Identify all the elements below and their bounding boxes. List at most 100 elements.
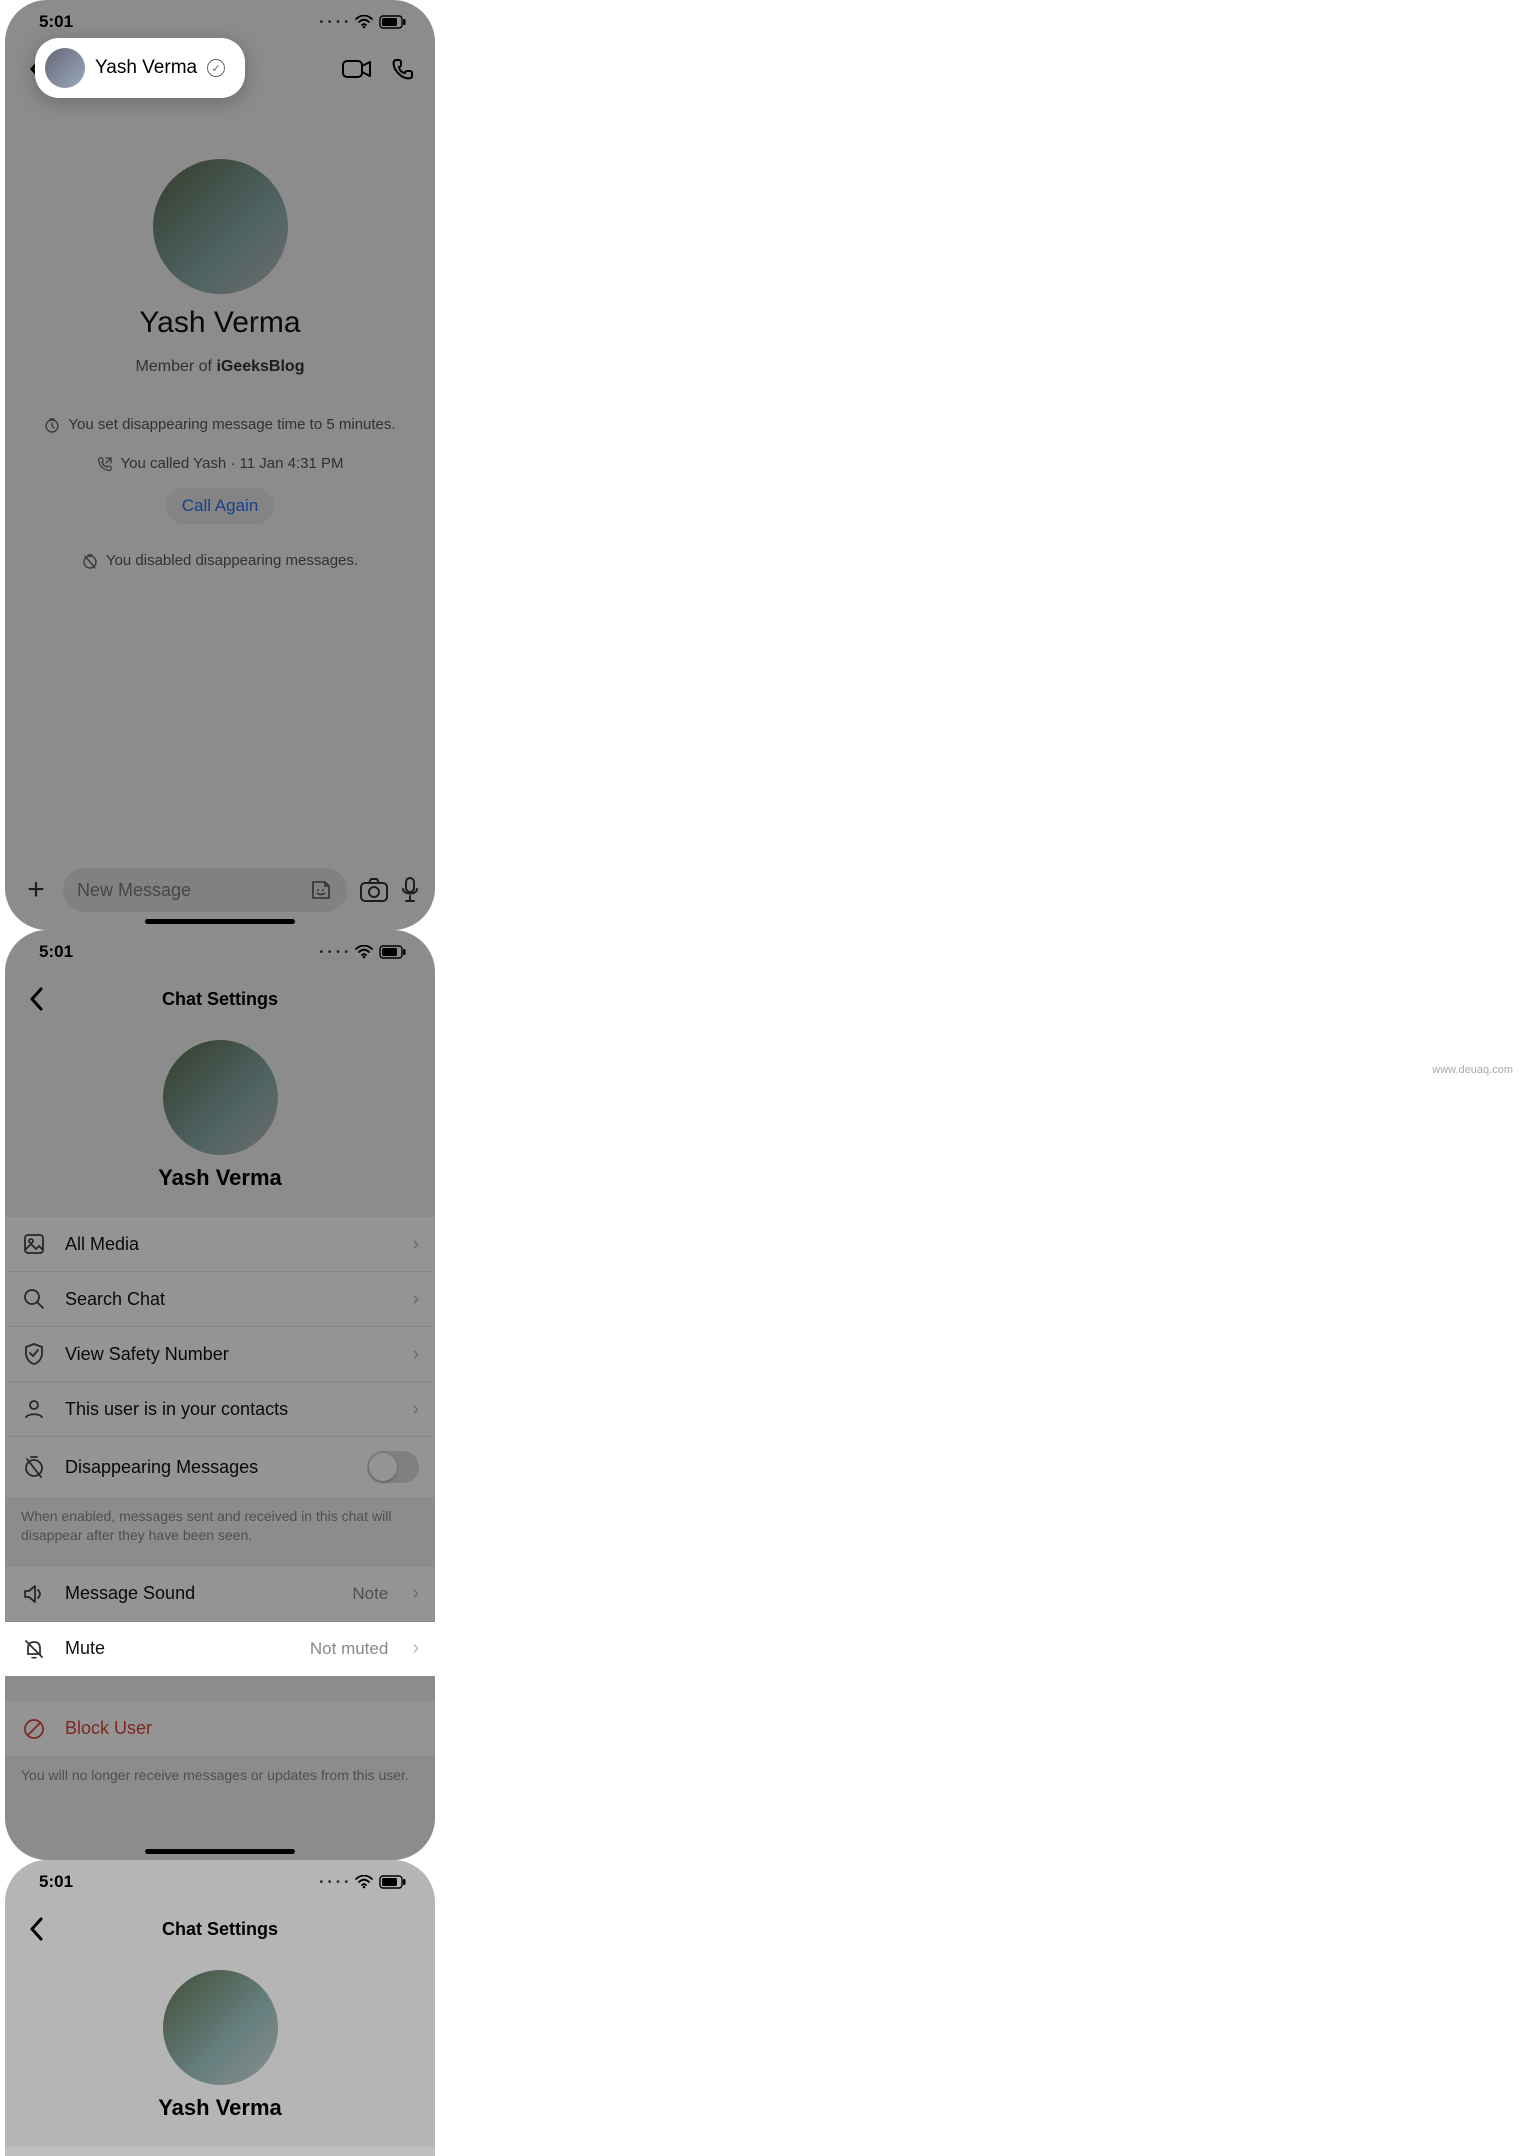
cell-label: View Safety Number (65, 1344, 394, 1365)
page-title: Chat Settings (5, 1919, 435, 1940)
chevron-right-icon: › (412, 1582, 419, 1605)
watermark: www.deuaq.com (1432, 1064, 1513, 1076)
status-time: 5:01 (39, 1872, 73, 1892)
cell-mute[interactable]: Mute Not muted › (5, 1622, 435, 1676)
cell-label: Block User (65, 1718, 419, 1739)
avatar-large[interactable] (163, 1040, 278, 1155)
cell-block-user[interactable]: Block User (5, 1702, 435, 1756)
cell-label: This user is in your contacts (65, 1399, 394, 1420)
home-indicator (145, 919, 295, 924)
avatar-large (153, 159, 288, 294)
message-composer: + New Message (5, 868, 435, 912)
cellular-dots-icon: • • • • (320, 17, 349, 28)
system-msg-disappearing-off: You disabled disappearing messages. (23, 552, 417, 569)
video-call-button[interactable] (339, 51, 375, 87)
message-input[interactable]: New Message (63, 868, 347, 912)
settings-group-2: Message Sound Note › Mute Not muted › (5, 1567, 435, 1676)
wifi-icon (355, 945, 373, 959)
media-icon (21, 1231, 47, 1257)
status-time: 5:01 (39, 942, 73, 962)
contact-name: Yash Verma (95, 57, 197, 79)
cell-search-chat[interactable]: Search Chat › (5, 1272, 435, 1327)
cell-all-media[interactable]: All Media › (5, 2147, 435, 2156)
settings-group-1: All Media › Search Chat › View Safety Nu… (5, 2147, 435, 2156)
shield-icon (21, 1341, 47, 1367)
contact-name: Yash Verma (5, 1165, 435, 1191)
cell-label: Mute (65, 1638, 292, 1659)
page-title: Chat Settings (5, 989, 435, 1010)
system-msg-text: You disabled disappearing messages. (106, 552, 358, 569)
status-time: 5:01 (39, 12, 73, 32)
block-icon (21, 1716, 47, 1742)
chat-intro: Yash Verma Member of iGeeksBlog You set … (5, 94, 435, 591)
home-indicator (145, 1849, 295, 1854)
status-right: • • • • (320, 945, 407, 959)
system-msg-called: You called Yash · 11 Jan 4:31 PM (23, 455, 417, 472)
member-of-prefix: Member of (136, 358, 217, 375)
status-right: • • • • (320, 1875, 407, 1889)
settings-nav-bar: Chat Settings (5, 974, 435, 1024)
settings-profile: Yash Verma (5, 1024, 435, 1191)
settings-nav-bar: Chat Settings (5, 1904, 435, 1954)
cell-in-contacts[interactable]: This user is in your contacts › (5, 1382, 435, 1437)
contact-name: Yash Verma (5, 2095, 435, 2121)
chevron-right-icon: › (412, 1637, 419, 1660)
mic-button[interactable] (401, 876, 419, 904)
screenshot-1-chat: 5:01 • • • • Yash Verma ✓ Yash Verma (5, 0, 435, 930)
cell-view-safety[interactable]: View Safety Number › (5, 1327, 435, 1382)
disappearing-footnote: When enabled, messages sent and received… (5, 1497, 435, 1563)
timer-off-icon (21, 1454, 47, 1480)
verified-icon: ✓ (207, 59, 225, 77)
chevron-right-icon: › (412, 1288, 419, 1311)
cell-label: Disappearing Messages (65, 1457, 349, 1478)
system-msg-text: You called Yash · 11 Jan 4:31 PM (121, 455, 344, 472)
toggle-off[interactable] (367, 1451, 419, 1483)
settings-group-1: All Media › Search Chat › View Safety Nu… (5, 1217, 435, 1497)
battery-icon (379, 15, 407, 29)
wifi-icon (355, 15, 373, 29)
call-again-button[interactable]: Call Again (166, 488, 275, 524)
battery-icon (379, 945, 407, 959)
speaker-icon (21, 1581, 47, 1607)
chevron-right-icon: › (412, 1233, 419, 1256)
cell-value: Note (352, 1584, 388, 1604)
avatar-large[interactable] (163, 1970, 278, 2085)
battery-icon (379, 1875, 407, 1889)
settings-group-3: Block User (5, 1702, 435, 1756)
cell-label: Search Chat (65, 1289, 394, 1310)
chat-header-contact[interactable]: Yash Verma ✓ (35, 38, 245, 98)
settings-profile: Yash Verma (5, 1954, 435, 2121)
cell-label: All Media (65, 1234, 394, 1255)
cell-message-sound[interactable]: Message Sound Note › (5, 1567, 435, 1622)
chevron-right-icon: › (412, 1343, 419, 1366)
sticker-icon[interactable] (309, 878, 333, 902)
bell-off-icon (21, 1636, 47, 1662)
message-placeholder: New Message (77, 880, 191, 901)
contact-name-large: Yash Verma (5, 306, 435, 340)
status-bar: 5:01 • • • • (5, 1860, 435, 1904)
block-footnote: You will no longer receive messages or u… (5, 1756, 435, 1803)
search-icon (21, 1286, 47, 1312)
chevron-right-icon: › (412, 1398, 419, 1421)
attach-button[interactable]: + (21, 873, 51, 907)
system-msg-text: You set disappearing message time to 5 m… (68, 416, 395, 433)
screenshot-3-action-sheet: 5:01 • • • • Chat Settings Yash Verma Al… (5, 1860, 435, 2156)
cellular-dots-icon: • • • • (320, 947, 349, 958)
cell-label: Message Sound (65, 1583, 334, 1604)
wifi-icon (355, 1875, 373, 1889)
system-msg-disappearing-set: You set disappearing message time to 5 m… (23, 416, 417, 433)
outgoing-call-icon (97, 456, 113, 472)
cell-value: Not muted (310, 1639, 388, 1659)
cell-disappearing[interactable]: Disappearing Messages (5, 1437, 435, 1497)
timer-off-icon (82, 553, 98, 569)
timer-icon (44, 417, 60, 433)
cell-all-media[interactable]: All Media › (5, 1217, 435, 1272)
screenshot-2-settings: 5:01 • • • • Chat Settings Yash Verma Al… (5, 930, 435, 1860)
voice-call-button[interactable] (385, 51, 421, 87)
avatar (45, 48, 85, 88)
camera-button[interactable] (359, 877, 389, 903)
cellular-dots-icon: • • • • (320, 1877, 349, 1888)
person-icon (21, 1396, 47, 1422)
status-bar: 5:01 • • • • (5, 930, 435, 974)
status-right: • • • • (320, 15, 407, 29)
